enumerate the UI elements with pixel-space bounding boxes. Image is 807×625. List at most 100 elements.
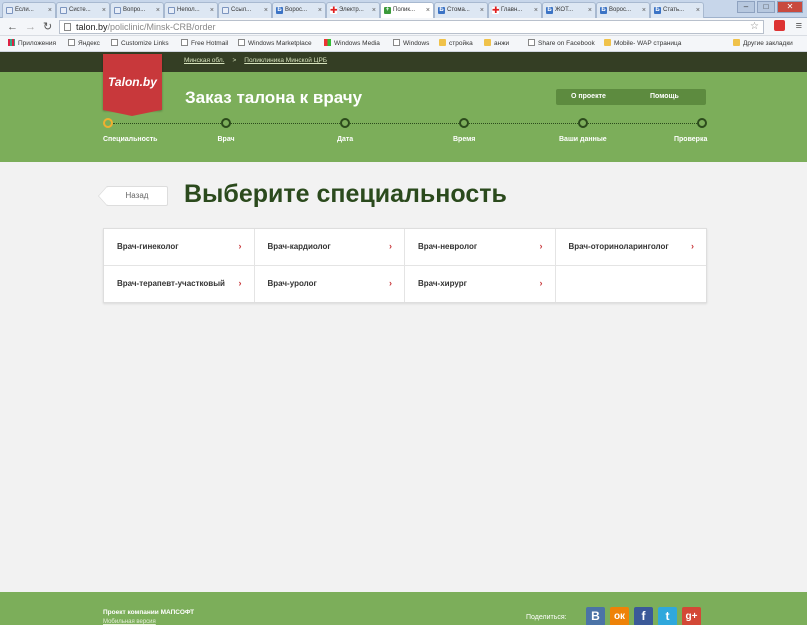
b-icon: Б [276,7,283,14]
menu-icon[interactable]: ≡ [796,20,802,32]
tab-label: Полик... [393,7,415,13]
specialty-item[interactable]: Врач-кардиолог › [254,229,405,266]
step-connector [350,123,459,124]
close-tab-icon[interactable]: × [264,3,268,18]
bookmark-item[interactable]: Яндекс [68,39,100,48]
tab-label: Стома... [447,7,470,13]
b-icon: Б [438,7,445,14]
close-tab-icon[interactable]: × [318,3,322,18]
specialty-item[interactable]: Врач-оториноларинголог › [555,229,706,266]
breadcrumb-separator: > [232,57,237,64]
url-host: talon.by [76,22,108,32]
step-connector [113,123,221,124]
bookmark-star-icon[interactable]: ☆ [750,21,759,33]
bookmark-item[interactable]: Mobile- WAP страница [604,39,681,48]
close-tab-icon[interactable]: × [642,3,646,18]
specialty-item[interactable]: Врач-хирург › [405,265,556,302]
minimize-button[interactable]: – [737,1,755,13]
close-tab-icon[interactable]: × [588,3,592,18]
back-button[interactable]: Назад [98,186,168,206]
chevron-right-icon: › [238,277,242,288]
browser-tab[interactable]: + Полик... × [380,2,434,18]
doc-icon [114,7,121,14]
specialty-item[interactable]: Врач-терапевт-участковый › [104,265,255,302]
specialty-label: Врач-терапевт-участковый [117,278,225,288]
chevron-right-icon: › [389,277,392,288]
tab-label: Стать... [663,7,685,13]
breadcrumb-region-link[interactable]: Минская обл. [184,57,224,64]
page-icon [238,39,245,46]
browser-tab[interactable]: Б Стать... × [650,2,704,18]
grid-icon [8,39,15,46]
back-arrow-icon[interactable]: ← [7,20,18,34]
bookmark-item[interactable]: Share on Facebook [528,39,595,48]
b-icon: Б [600,7,607,14]
chevron-right-icon: › [389,240,392,251]
browser-tab[interactable]: Б Ворос... × [272,2,326,18]
browser-tab[interactable]: Ссыл... × [218,2,272,18]
step-label-5: Проверка [674,136,708,143]
specialty-item[interactable]: Врач-гинеколог › [104,229,255,266]
specialty-item[interactable]: Врач-уролог › [255,265,405,302]
browser-tab[interactable]: Б Стома... × [434,2,488,18]
odnoklassniki-icon[interactable]: ок [610,607,629,625]
close-tab-icon[interactable]: × [48,3,52,18]
url-input[interactable]: talon.by/policlinic/Minsk-CRB/order ☆ [59,20,764,34]
mobile-version-link[interactable]: Мобильная версия [103,619,156,625]
vk-icon[interactable]: В [586,607,605,625]
close-tab-icon[interactable]: × [696,3,700,18]
specialty-label: Врач-уролог [267,278,317,288]
bookmark-item[interactable]: Windows Media [324,39,380,48]
specialty-label: Врач-гинеколог [117,241,179,251]
bookmark-item[interactable]: Customize Links [111,39,169,48]
bookmark-item[interactable]: Другие закладки [733,39,793,48]
step-marker [697,118,707,128]
browser-tab[interactable]: Систе... × [56,2,110,18]
browser-tab[interactable]: Б Ворос... × [596,2,650,18]
bookmark-item[interactable]: стройка [439,39,473,48]
browser-tab[interactable]: Непол... × [164,2,218,18]
doc-icon [6,7,13,14]
about-link[interactable]: О проекте [571,93,606,100]
talon-logo[interactable]: Talon.by [103,54,162,116]
facebook-icon[interactable]: f [634,607,653,625]
close-tab-icon[interactable]: × [534,3,538,18]
close-window-button[interactable]: ✕ [777,1,803,13]
breadcrumb-clinic-link[interactable]: Поликлиника Минской ЦРБ [244,57,327,64]
maximize-button[interactable]: □ [757,1,775,13]
google-plus-icon[interactable]: g+ [682,607,701,625]
close-tab-icon[interactable]: × [156,3,160,18]
twitter-icon[interactable]: t [658,607,677,625]
browser-tab[interactable]: Если... × [2,2,56,18]
header-title: Заказ талона к врачу [185,88,363,107]
browser-tab[interactable]: ✚ Главн... × [488,2,542,18]
reload-icon[interactable]: ↻ [43,20,52,34]
help-link[interactable]: Помощь [650,93,679,100]
tab-list: Если... × Систе... × Вопро... × Непол... × Ссыл.… [2,2,704,18]
specialty-label: Врач-кардиолог [267,241,331,251]
site-footer: Проект компании МАПСОФТ Мобильная версия… [0,592,807,625]
doc-icon [60,7,67,14]
bookmark-item[interactable]: анжи [484,39,509,48]
close-tab-icon[interactable]: × [480,3,484,18]
forward-arrow-icon[interactable]: → [25,20,36,34]
bookmark-item[interactable]: Free Hotmail [181,39,228,48]
bookmark-label: Windows [403,40,430,47]
browser-tab[interactable]: Б ЖОТ... × [542,2,596,18]
browser-tab[interactable]: Вопро... × [110,2,164,18]
bookmark-item[interactable]: Приложения [8,39,56,48]
page-icon [68,39,75,46]
chevron-right-icon: › [539,240,543,251]
bookmark-item[interactable]: Windows [393,39,429,48]
browser-tab[interactable]: ✚ Электр... × [326,2,380,18]
folder-icon [439,39,446,46]
tab-label: Систе... [69,7,91,13]
specialty-item[interactable]: Врач-невролог › [405,229,556,266]
close-tab-icon[interactable]: × [102,3,106,18]
bookmarks-bar: Приложения Яндекс Customize Links Free Hotm… [0,36,807,52]
close-tab-icon[interactable]: × [372,3,376,18]
close-tab-icon[interactable]: × [426,3,430,18]
bookmark-item[interactable]: Windows Marketplace [238,39,312,48]
close-tab-icon[interactable]: × [210,3,214,18]
extension-icon[interactable] [774,20,785,31]
